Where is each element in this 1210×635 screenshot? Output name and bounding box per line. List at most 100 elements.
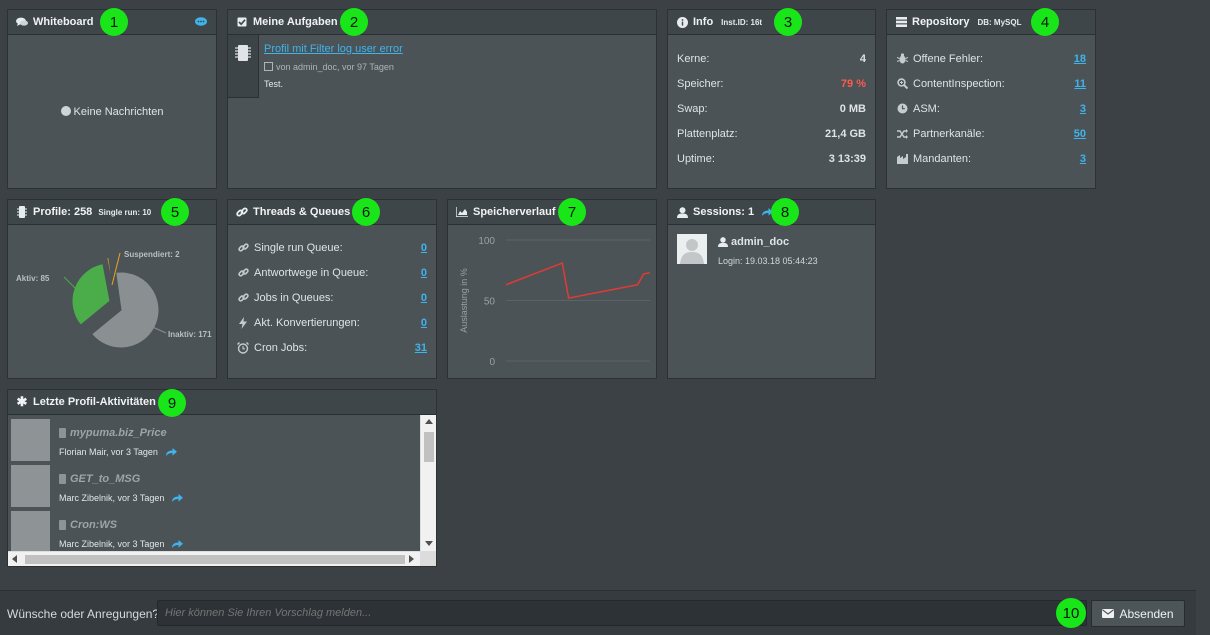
threads-row-label: Akt. Konvertierungen: [254,316,360,329]
repository-row: ContentInspection: 11 [896,71,1086,96]
repository-row-link[interactable]: 11 [1074,78,1086,90]
chip-icon [59,520,66,530]
y-tick-label: 0 [489,357,495,368]
repository-row: Mandanten: 3 [896,146,1086,171]
link-icon [237,267,249,278]
activity-name-row: GET_to_MSG [59,473,140,485]
memory-title: Speicherverlauf [473,206,556,218]
share-icon[interactable] [165,447,177,457]
activity-thumbnail [11,419,50,461]
task-link[interactable]: Profil mit Filter log user error [264,43,403,55]
activity-item: GET_to_MSG Marc Zibelnik, vor 3 Tagen [8,465,420,509]
session-item: admin_doc Login: 19.03.18 05:44:23 [668,225,875,275]
threads-panel: Threads & Queues Single run Queue: 0 Antw… [227,199,437,379]
tasks-header: Meine Aufgaben [228,10,656,35]
scroll-up-arrow[interactable] [425,419,433,424]
activity-name: GET_to_MSG [70,473,141,485]
chip-icon [59,474,66,484]
chat-icon[interactable] [195,17,207,30]
activity-name-row: Cron:WS [59,519,117,531]
buildings-icon [896,153,908,164]
sessions-title: Sessions: 1 [693,206,755,218]
repository-row-link[interactable]: 50 [1074,128,1086,140]
repository-row: ASM: 3 [896,96,1086,121]
profile-panel: Profile: 258 Single run: 10 Aktiv: 85 Sus… [7,199,217,379]
tasks-panel: Meine Aufgaben Profil mit Filter log use… [227,9,657,189]
threads-row: Akt. Konvertierungen: 0 [237,310,427,335]
scroll-thumb[interactable] [424,432,434,462]
task-description: Test. [264,79,284,89]
repository-row-link[interactable]: 18 [1074,53,1086,65]
area-chart-icon [456,207,468,217]
activities-title: Letzte Profil-Aktivitäten [33,396,156,408]
repository-row: Offene Fehler: 18 [896,46,1086,71]
memory-line-chart: 100 50 0 Auslastung in % [459,236,651,368]
user-icon [676,206,688,218]
threads-row-label: Single run Queue: [254,241,343,254]
calendar-icon [264,62,273,71]
profile-title: Profile: 258 [33,206,93,218]
share-icon[interactable] [171,539,184,549]
chip-icon [235,44,251,65]
threads-row-link[interactable]: 0 [421,242,427,254]
info-row: Uptime: 3 13:39 [677,146,866,171]
sessions-panel: Sessions: 1 admin_doc Login: 19.03.18 05… [667,199,876,379]
bug-icon [896,53,908,64]
tasks-title: Meine Aufgaben [253,16,338,28]
repository-row-label: Offene Fehler: [913,52,984,65]
scroll-hthumb[interactable] [25,555,405,564]
threads-row-link[interactable]: 0 [421,292,427,304]
task-meta: von admin_doc, vor 97 Tagen [264,62,394,72]
threads-row-link[interactable]: 0 [421,317,427,329]
callout-badge-6: 6 [352,198,380,226]
callout-badge-2: 2 [340,8,368,36]
callout-badge-5: 5 [161,198,189,226]
info-row: Speicher: 79 % [677,71,866,96]
link-icon [236,206,248,218]
activities-vertical-scrollbar[interactable] [420,415,436,551]
send-button-label: Absenden [1119,606,1174,621]
share-icon[interactable] [171,493,184,503]
threads-header: Threads & Queues [228,200,436,225]
info-row-value: 0 MB [839,102,866,115]
callout-badge-4: 4 [1031,8,1059,36]
callout-badge-10: 10 [1056,598,1086,628]
threads-row-link[interactable]: 0 [421,267,427,279]
info-row: Plattenplatz: 21,4 GB [677,121,866,146]
activity-thumbnail [11,465,50,507]
threads-row: Single run Queue: 0 [237,235,427,260]
pie-slice-aktiv[interactable] [71,263,111,326]
alarm-icon [237,341,249,354]
threads-row-link[interactable]: 31 [415,342,427,354]
info-row-label: Kerne: [677,52,710,65]
repository-db: DB: MySQL [977,17,1022,27]
send-button[interactable]: Absenden [1091,600,1185,627]
scroll-right-arrow[interactable] [409,555,414,563]
info-panel: Info Inst.ID: 16t Kerne: 4 Speicher: 79 %… [667,9,876,189]
threads-row-label: Cron Jobs: [254,341,308,354]
scroll-down-arrow[interactable] [425,541,433,546]
memory-panel: Speicherverlauf 100 50 0 Auslastung in % [447,199,657,379]
comments-icon [16,17,28,27]
activities-horizontal-scrollbar[interactable] [8,551,420,566]
session-username: admin_doc [731,236,790,248]
info-row-value: 79 % [840,77,866,90]
bolt-icon [237,316,249,329]
envelope-icon [1102,609,1115,618]
feedback-input[interactable] [157,600,1087,626]
pie-label-aktiv: Aktiv: 85 [16,274,50,283]
scroll-left-arrow[interactable] [12,555,17,563]
threads-row: Cron Jobs: 31 [237,335,427,360]
repository-row-link[interactable]: 3 [1080,153,1086,165]
magnifier-icon [896,78,908,89]
link-icon [237,292,249,303]
info-row-label: Plattenplatz: [677,127,738,140]
activity-meta-row: Marc Zibelnik, vor 3 Tagen [59,539,184,549]
threads-row: Jobs in Queues: 0 [237,285,427,310]
profile-single-run: Single run: 10 [98,207,152,217]
info-circle-icon [60,106,71,116]
repository-row-link[interactable]: 3 [1080,103,1086,115]
pie-label-inaktiv: Inaktiv: 171 [168,330,212,339]
repository-header: Repository DB: MySQL [887,10,1095,35]
activity-meta-row: Florian Mair, vor 3 Tagen [59,447,177,457]
